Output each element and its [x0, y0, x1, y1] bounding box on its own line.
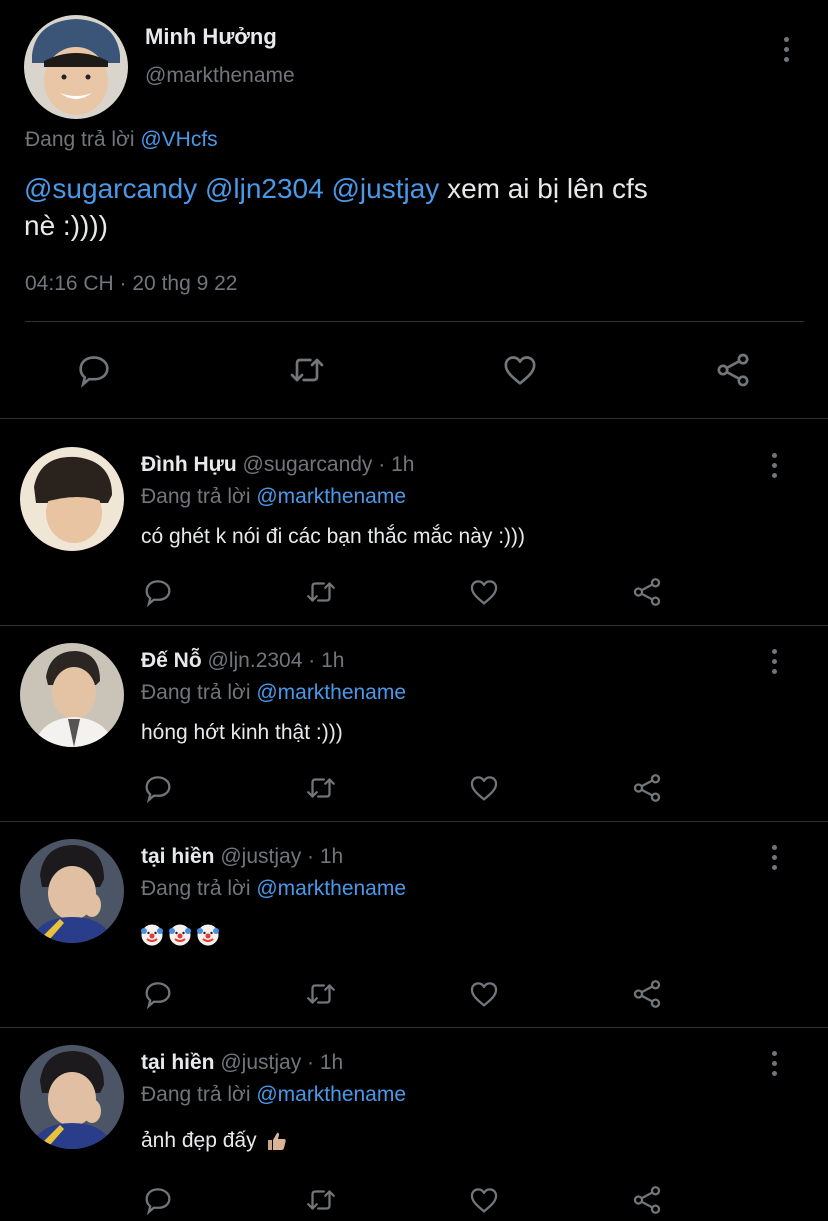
mention-link[interactable]: @ljn2304: [205, 173, 324, 204]
author-handle[interactable]: @justjay: [220, 845, 301, 868]
reply-icon[interactable]: [141, 575, 175, 609]
author-handle[interactable]: @markthename: [145, 64, 295, 88]
replying-to: Đang trả lời @VHcfs: [25, 128, 218, 152]
reply-header: tại hiền @justjay · 1h: [141, 1051, 343, 1075]
share-icon[interactable]: [630, 977, 664, 1011]
heart-icon[interactable]: [500, 350, 540, 390]
author-handle[interactable]: @sugarcandy: [243, 453, 373, 476]
reply-tweet[interactable]: Đế Nỗ @ljn.2304 · 1h Đang trả lời @markt…: [0, 627, 828, 822]
main-tweet: Minh Hưởng @markthename Đang trả lời @VH…: [0, 0, 828, 419]
replying-to: Đang trả lời @markthename: [141, 877, 406, 901]
retweet-icon[interactable]: [304, 1183, 338, 1217]
share-icon[interactable]: [630, 1183, 664, 1217]
reply-header: Đình Hựu @sugarcandy · 1h: [141, 453, 414, 477]
reply-text: ảnh đẹp đấy: [141, 1129, 257, 1152]
clown-face-emoji: [169, 924, 191, 946]
avatar[interactable]: [24, 15, 128, 119]
reply-tweet[interactable]: Đình Hựu @sugarcandy · 1h Đang trả lời @…: [0, 420, 828, 626]
timestamp[interactable]: 04:16 CH · 20 thg 9 22: [25, 272, 237, 296]
reply-text-row: ảnh đẹp đấy: [141, 1129, 294, 1153]
replying-to-link[interactable]: @markthename: [256, 877, 406, 900]
reply-header: tại hiền @justjay · 1h: [141, 845, 343, 869]
retweet-icon[interactable]: [304, 977, 338, 1011]
reply-time[interactable]: · 1h: [307, 1051, 343, 1074]
more-icon[interactable]: [770, 453, 778, 478]
share-icon[interactable]: [630, 771, 664, 805]
more-icon[interactable]: [770, 845, 778, 870]
heart-icon[interactable]: [467, 575, 501, 609]
reply-text: hóng hớt kinh thật :))): [141, 721, 343, 744]
tweet-text-line2: nè :)))): [24, 210, 108, 241]
heart-icon[interactable]: [467, 977, 501, 1011]
replying-prefix: Đang trả lời: [25, 128, 135, 151]
thumbs-up-emoji: [266, 1130, 288, 1152]
author-name[interactable]: Đình Hựu: [141, 453, 237, 476]
replying-to-link[interactable]: @markthename: [256, 485, 406, 508]
replying-prefix: Đang trả lời: [141, 1083, 251, 1106]
reply-text: có ghét k nói đi các bạn thắc mắc này :)…: [141, 525, 526, 548]
replying-to-link[interactable]: @markthename: [256, 1083, 406, 1106]
reply-time[interactable]: · 1h: [308, 649, 344, 672]
avatar[interactable]: [20, 839, 124, 943]
reply-time[interactable]: · 1h: [307, 845, 343, 868]
more-icon[interactable]: [770, 649, 778, 674]
heart-icon[interactable]: [467, 1183, 501, 1217]
replying-prefix: Đang trả lời: [141, 485, 251, 508]
author-name[interactable]: tại hiền: [141, 1051, 215, 1074]
replying-prefix: Đang trả lời: [141, 681, 251, 704]
more-icon[interactable]: [770, 1051, 778, 1076]
reply-time[interactable]: · 1h: [378, 453, 414, 476]
more-icon[interactable]: [782, 37, 790, 62]
reply-icon[interactable]: [74, 350, 114, 390]
reply-tweet[interactable]: tại hiền @justjay · 1h Đang trả lời @mar…: [0, 823, 828, 1028]
reply-text: [141, 923, 225, 947]
author-name[interactable]: Đế Nỗ: [141, 649, 202, 672]
author-name[interactable]: Minh Hưởng: [145, 24, 277, 50]
divider: [25, 321, 804, 322]
retweet-icon[interactable]: [304, 771, 338, 805]
retweet-icon[interactable]: [287, 350, 327, 390]
reply-icon[interactable]: [141, 977, 175, 1011]
clown-face-emoji: [141, 924, 163, 946]
reply-icon[interactable]: [141, 1183, 175, 1217]
avatar[interactable]: [20, 643, 124, 747]
tweet-text: @sugarcandy @ljn2304 @justjay xem ai bị …: [24, 170, 784, 244]
author-name[interactable]: tại hiền: [141, 845, 215, 868]
avatar[interactable]: [20, 447, 124, 551]
replying-to: Đang trả lời @markthename: [141, 485, 406, 509]
mention-link[interactable]: @justjay: [331, 173, 439, 204]
retweet-icon[interactable]: [304, 575, 338, 609]
replying-to: Đang trả lời @markthename: [141, 681, 406, 705]
reply-icon[interactable]: [141, 771, 175, 805]
author-handle[interactable]: @justjay: [220, 1051, 301, 1074]
replying-to-link[interactable]: @markthename: [256, 681, 406, 704]
share-icon[interactable]: [630, 575, 664, 609]
avatar[interactable]: [20, 1045, 124, 1149]
author-handle[interactable]: @ljn.2304: [208, 649, 303, 672]
mention-link[interactable]: @sugarcandy: [24, 173, 197, 204]
share-icon[interactable]: [713, 350, 753, 390]
tweet-text-body: xem ai bị lên cfs: [447, 173, 648, 204]
reply-header: Đế Nỗ @ljn.2304 · 1h: [141, 649, 344, 673]
heart-icon[interactable]: [467, 771, 501, 805]
replying-to: Đang trả lời @markthename: [141, 1083, 406, 1107]
reply-tweet[interactable]: tại hiền @justjay · 1h Đang trả lời @mar…: [0, 1029, 828, 1221]
clown-face-emoji: [197, 924, 219, 946]
replying-to-link[interactable]: @VHcfs: [140, 128, 217, 151]
replying-prefix: Đang trả lời: [141, 877, 251, 900]
